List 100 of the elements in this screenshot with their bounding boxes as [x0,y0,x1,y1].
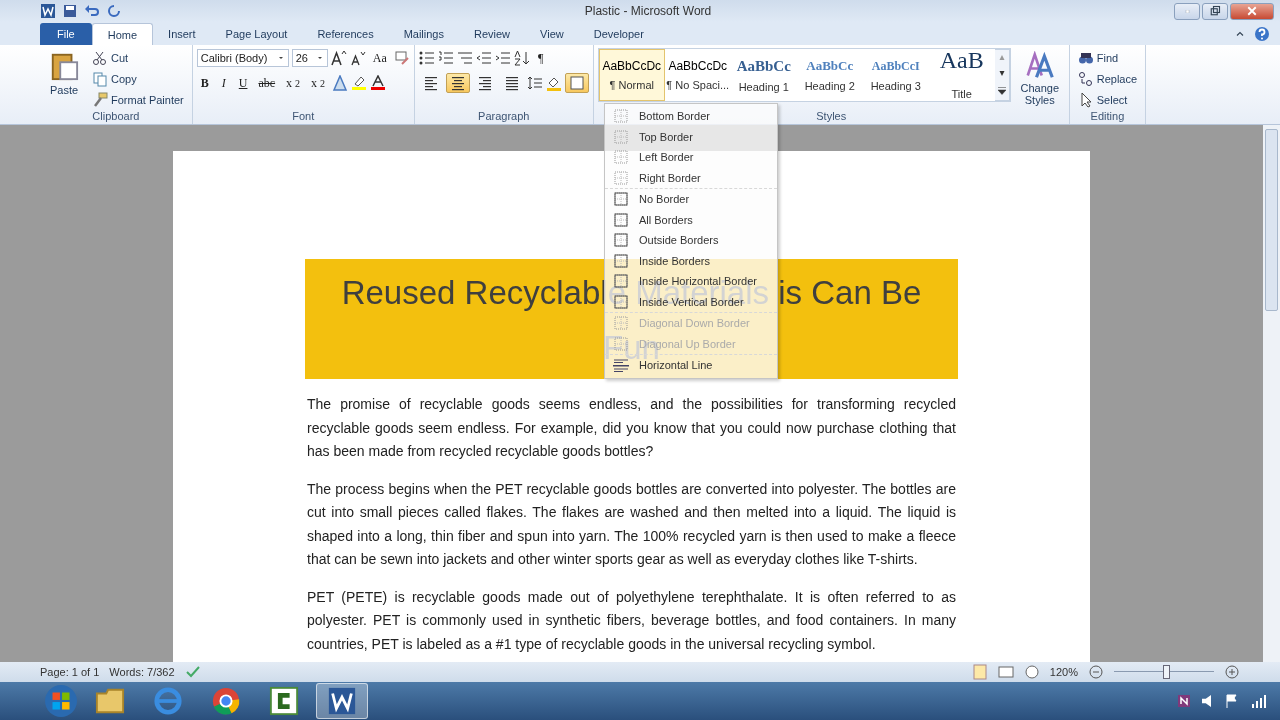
ribbon-tab[interactable]: References [302,23,389,45]
show-marks-button[interactable]: ¶ [532,48,549,68]
align-icon [503,75,520,91]
c-logo-icon [269,686,299,716]
format-button[interactable]: I [215,73,232,93]
document-paragraph: The process begins when the PET recyclable goods bottles are converted into polyester. The bottles are cut into small pieces called flakes. The flakes are washed and then melted into a liquid. The liquid is shaped into a long, thin fiber and spun into yarn. The 100% recycled yarn is then used to make a fleece that can be sewn into jackets and other winter sports gear as well as everyday clothes like T-shirts. [307,479,956,569]
border-icon [568,75,585,91]
ribbon-tab[interactable]: Review [459,23,526,45]
editing-button[interactable]: Replace [1073,69,1142,89]
clipboard-button[interactable]: Format Painter [88,90,188,110]
menu-item[interactable]: Right Border [605,167,777,188]
change-case-button[interactable]: Aa [368,48,391,68]
border-icon [613,191,629,208]
flag-icon [1224,693,1240,709]
web-layout-icon [1023,664,1040,680]
ribbon-tab[interactable]: Mailings [388,23,459,45]
font-name-field[interactable]: Calibri (Body) [196,49,289,67]
multilevel-list-icon [456,50,473,66]
network-icon [1250,693,1266,709]
group-label: Clipboard [92,110,140,124]
close-button[interactable] [1230,2,1274,20]
zoom-level: 120% [1049,666,1078,678]
ribbon-tab[interactable]: Home [91,23,154,45]
menu-item[interactable]: Horizontal Line [605,355,777,376]
highlight-icon [351,75,368,91]
zoom-out-icon [1088,664,1104,680]
zoom-slider-thumb[interactable] [1163,665,1170,679]
redo-icon [106,3,122,19]
document-paragraph: The promise of recyclable goods seems endless, and the possibilities for transforming recycled recyclable goods seem endless. For example, did you know that you could now purchase clothing that has been made from recycled recyclable goods bottles? [307,395,956,461]
proofing-icon [184,664,201,680]
menu-item[interactable]: Top Border [605,126,777,147]
border-icon [613,211,629,228]
style-gallery-item[interactable]: AaBbCcI Heading 3 [862,49,929,101]
format-button[interactable]: U [234,73,252,93]
change-styles-icon [1025,51,1054,79]
scroll-down-icon [997,71,1006,76]
text-effects-icon [332,75,349,91]
menu-item[interactable]: Outside Borders [605,230,777,251]
replace-icon [1077,71,1094,87]
group-label: Font [292,110,315,124]
paste-button[interactable]: Paste [44,48,84,110]
change-styles-button[interactable]: Change Styles [1014,48,1065,110]
brush-icon [92,92,108,108]
ribbon-tab[interactable]: Page Layout [210,23,303,45]
menu-item[interactable]: Left Border [605,147,777,168]
binoculars-icon [1077,50,1094,66]
menu-item[interactable]: Bottom Border [605,106,777,127]
start-orb-icon [44,684,78,718]
word-logo-icon [40,3,56,19]
undo-icon [84,3,100,19]
ribbon-tab[interactable]: View [525,23,579,45]
border-icon [613,232,629,249]
vertical-scrollbar[interactable] [1263,125,1280,662]
border-icon [613,252,629,269]
menu-item[interactable]: All Borders [605,209,777,230]
scissors-icon [92,50,108,66]
format-button[interactable]: B [196,73,213,93]
word-logo-icon [327,686,357,716]
ribbon-tab[interactable]: File [40,23,92,45]
border-icon [613,169,629,186]
save-icon [62,3,78,19]
decrease-indent-icon [475,50,492,66]
shrink-font-icon [349,50,366,66]
style-gallery-item[interactable]: AaBbCc Heading 2 [796,49,863,101]
print-layout-icon [971,664,988,680]
clipboard-button[interactable]: Cut [88,48,188,68]
align-icon [422,75,439,91]
group-label: Editing [1090,110,1125,124]
taskbar-app[interactable] [316,683,368,719]
numbering-icon [437,50,454,66]
more-icon [997,86,1006,95]
style-gallery-item[interactable]: AaB Title [928,49,995,101]
clipboard-button[interactable]: Copy [88,69,188,89]
speaker-icon [1202,693,1214,709]
shading-icon [545,75,562,91]
editing-button[interactable]: Select [1073,90,1142,110]
style-gallery-item[interactable]: AaBbCc Heading 1 [730,49,797,101]
borders-button[interactable] [564,73,589,93]
grow-font-icon [330,50,347,66]
style-gallery-item[interactable]: AaBbCcDc ¶ No Spaci... [664,49,731,101]
align-icon [476,75,493,91]
browser-icon [153,686,183,716]
style-gallery-item[interactable]: AaBbCcDc ¶ Normal [598,49,665,101]
border-icon [613,315,629,332]
reading-layout-icon [997,664,1014,680]
border-icon [613,149,629,166]
ribbon-tab[interactable]: Insert [153,23,211,45]
bullets-icon [418,50,435,66]
font-size-field[interactable]: 26 [291,49,328,67]
chrome-icon [211,686,241,716]
format-button[interactable]: abc [254,73,280,93]
close-icon [1246,5,1258,17]
folder-icon [95,686,125,716]
editing-button[interactable]: Find [1073,48,1142,68]
maximize-button[interactable] [1202,2,1228,20]
increase-indent-icon [494,50,511,66]
menu-item[interactable]: No Border [605,189,777,210]
align-button[interactable] [445,73,470,93]
sort-icon [513,50,530,66]
ribbon-tab[interactable]: Developer [578,23,659,45]
